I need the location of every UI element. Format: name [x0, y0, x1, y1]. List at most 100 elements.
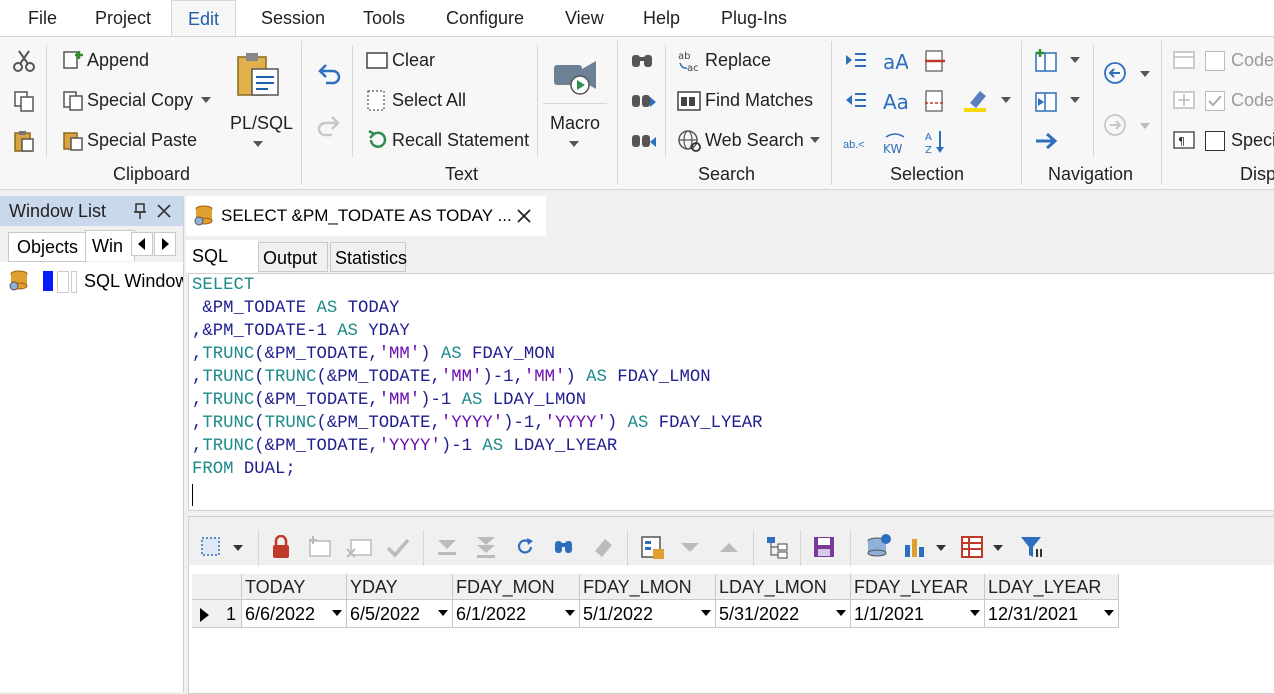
refresh-icon[interactable] — [513, 535, 537, 559]
cell-dropdown-icon[interactable] — [701, 610, 711, 616]
find-previous-icon[interactable] — [630, 129, 656, 151]
bookmark-add-dropdown[interactable] — [1070, 57, 1080, 63]
tab-sql[interactable]: SQL — [186, 240, 258, 273]
special-checkbox[interactable] — [1205, 131, 1225, 151]
navigate-forward-icon[interactable] — [1103, 113, 1127, 137]
tab-windows[interactable]: Win — [85, 230, 135, 261]
find-next-icon[interactable] — [630, 89, 656, 111]
cell-fday-lmon[interactable]: 5/1/2022 — [580, 600, 716, 628]
tab-objects[interactable]: Objects — [8, 232, 88, 262]
undo-icon[interactable] — [316, 61, 342, 87]
sql-editor[interactable]: SELECT &PM_TODATE AS TODAY ,&PM_TODATE-1 … — [188, 273, 1274, 511]
bar-chart-icon[interactable] — [903, 535, 927, 559]
go-forward-arrow-icon[interactable] — [1034, 129, 1060, 153]
connect-database-icon[interactable] — [866, 533, 892, 559]
menu-help[interactable]: Help — [643, 0, 680, 36]
fetch-next-icon[interactable] — [435, 535, 459, 559]
post-changes-icon[interactable] — [385, 535, 411, 559]
replace-button[interactable]: Replace — [705, 50, 771, 71]
menu-session[interactable]: Session — [261, 0, 325, 36]
tab-output[interactable]: Output — [258, 242, 328, 272]
save-icon[interactable] — [812, 535, 836, 559]
menu-file[interactable]: File — [28, 0, 57, 36]
highlight-icon[interactable] — [962, 87, 990, 113]
lowercase-icon[interactable]: Aa — [882, 87, 908, 113]
select-grid-icon[interactable] — [199, 535, 223, 559]
copy-icon[interactable] — [12, 89, 36, 113]
special-chars-icon[interactable]: ¶ — [1172, 129, 1196, 151]
grid-layout-icon[interactable] — [960, 535, 984, 559]
web-search-button[interactable]: Web Search — [705, 130, 804, 151]
column-header-today[interactable]: TODAY — [242, 574, 347, 600]
column-header-fday-lyear[interactable]: FDAY_LYEAR — [851, 574, 985, 600]
plsql-button[interactable]: PL/SQL — [230, 113, 293, 134]
cell-lday-lmon[interactable]: 5/31/2022 — [716, 600, 851, 628]
cell-dropdown-icon[interactable] — [438, 610, 448, 616]
fetch-last-icon[interactable] — [474, 535, 498, 559]
find-icon[interactable] — [630, 49, 654, 71]
navigate-back-dropdown[interactable] — [1140, 71, 1150, 77]
cell-fday-mon[interactable]: 6/1/2022 — [453, 600, 580, 628]
cell-lday-lyear[interactable]: 12/31/2021 — [985, 600, 1119, 628]
navigate-back-icon[interactable] — [1103, 61, 1127, 85]
cell-fday-lyear[interactable]: 1/1/2021 — [851, 600, 985, 628]
close-panel-icon[interactable] — [156, 203, 172, 219]
special-paste-button[interactable]: Special Paste — [87, 130, 197, 151]
keyword-case-icon[interactable]: KW — [882, 129, 908, 155]
macro-dropdown[interactable] — [569, 141, 579, 147]
special-copy-dropdown[interactable] — [201, 97, 211, 103]
menu-edit[interactable]: Edit — [171, 0, 237, 37]
pin-icon[interactable] — [132, 202, 148, 220]
uppercase-icon[interactable]: aA — [882, 47, 908, 73]
window-list-item[interactable]: SQL Window — [0, 266, 183, 296]
code-assistant-icon[interactable] — [1172, 49, 1196, 71]
bookmark-goto-icon[interactable] — [1034, 89, 1060, 113]
cut-icon[interactable] — [12, 49, 36, 73]
column-header-fday-mon[interactable]: FDAY_MON — [453, 574, 580, 600]
highlight-dropdown[interactable] — [1001, 97, 1011, 103]
cell-dropdown-icon[interactable] — [1104, 610, 1114, 616]
code-contents-icon[interactable] — [1172, 89, 1196, 111]
cell-yday[interactable]: 6/5/2022 — [347, 600, 453, 628]
menu-tools[interactable]: Tools — [363, 0, 405, 36]
web-search-dropdown[interactable] — [810, 137, 820, 143]
paste-icon[interactable] — [12, 129, 36, 153]
selection-abc[interactable]: ab.< — [843, 139, 865, 151]
column-header-lday-lmon[interactable]: LDAY_LMON — [716, 574, 851, 600]
query-by-example-icon[interactable] — [552, 535, 576, 559]
export-tree-icon[interactable] — [765, 535, 789, 559]
menu-configure[interactable]: Configure — [446, 0, 524, 36]
uncomment-icon[interactable] — [924, 89, 946, 113]
cell-dropdown-icon[interactable] — [836, 610, 846, 616]
indent-icon[interactable] — [845, 51, 867, 71]
select-all-button[interactable]: Select All — [392, 90, 466, 111]
find-matches-button[interactable]: Find Matches — [705, 90, 813, 111]
outdent-icon[interactable] — [845, 91, 867, 111]
single-record-view-icon[interactable] — [640, 535, 666, 561]
insert-record-icon[interactable] — [307, 535, 333, 559]
cell-dropdown-icon[interactable] — [332, 610, 342, 616]
navigate-forward-dropdown[interactable] — [1140, 123, 1150, 129]
menu-view[interactable]: View — [565, 0, 604, 36]
tabs-scroll-right[interactable] — [154, 232, 176, 256]
macro-button[interactable]: Macro — [550, 113, 600, 134]
previous-page-icon[interactable] — [717, 535, 741, 559]
cell-dropdown-icon[interactable] — [970, 610, 980, 616]
recall-statement-button[interactable]: Recall Statement — [392, 130, 529, 151]
filter-icon[interactable] — [1019, 535, 1045, 559]
lock-icon[interactable] — [270, 535, 292, 559]
bookmark-add-icon[interactable] — [1034, 49, 1060, 73]
clear-button[interactable]: Clear — [392, 50, 435, 71]
plsql-dropdown[interactable] — [253, 141, 263, 147]
code2-checkbox[interactable] — [1205, 91, 1225, 111]
close-tab-icon[interactable] — [516, 208, 532, 224]
clear-record-icon[interactable] — [591, 535, 615, 559]
special-copy-button[interactable]: Special Copy — [87, 90, 193, 111]
menu-plugins[interactable]: Plug-Ins — [721, 0, 787, 36]
tabs-scroll-left[interactable] — [131, 232, 153, 256]
chart-dropdown[interactable] — [936, 545, 946, 551]
tab-statistics[interactable]: Statistics — [330, 242, 407, 272]
document-tab[interactable]: SELECT &PM_TODATE AS TODAY ... — [186, 196, 546, 236]
sort-icon[interactable]: AZ — [924, 129, 946, 155]
append-button[interactable]: Append — [87, 50, 149, 71]
